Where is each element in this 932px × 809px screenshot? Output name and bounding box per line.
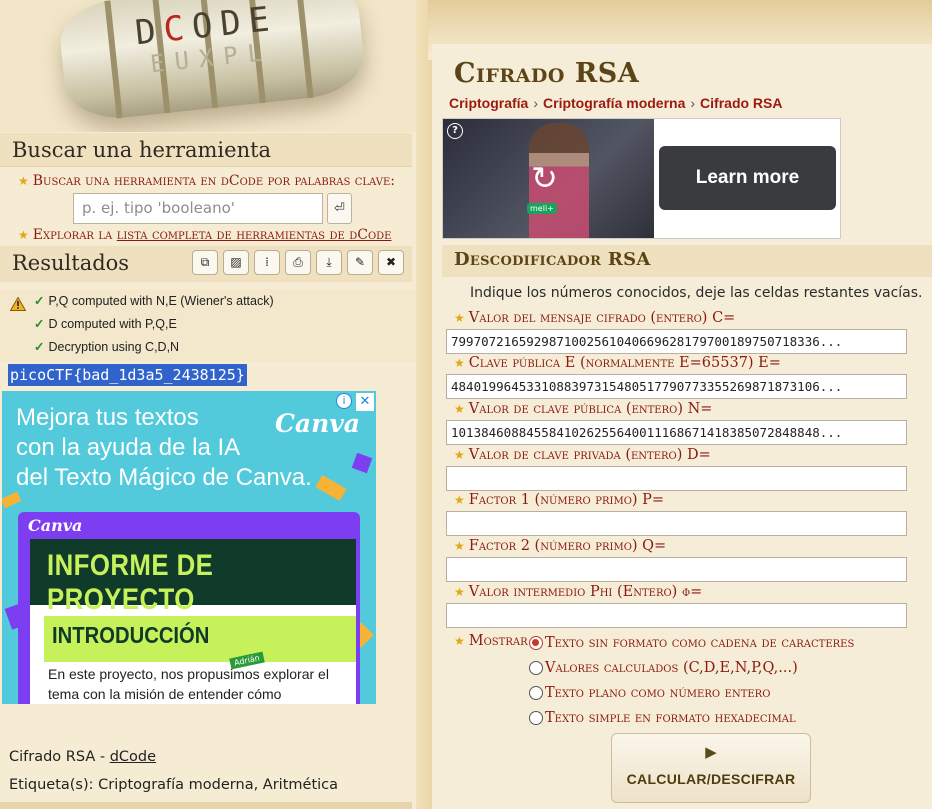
ad-help-icon[interactable]: ? [447, 123, 463, 139]
dcode-link[interactable]: dCode [110, 749, 156, 765]
field-label-q: ★ Factor 2 (número primo) Q= [454, 538, 667, 554]
results-toolbar: ⧉ ▨ ⁞ ⎙ ⤓ ✎ ✖ [192, 250, 404, 275]
pin-button[interactable]: ✎ [347, 250, 373, 275]
breadcrumb-separator: › [690, 95, 696, 111]
results-section-header: Resultados ⧉ ▨ ⁞ ⎙ ⤓ ✎ ✖ [0, 246, 412, 282]
breadcrumb: Criptografía › Criptografía moderna › Cifrad… [449, 95, 783, 111]
search-input[interactable]: p. ej. tipo 'booleano' [73, 193, 323, 224]
decrypted-flag[interactable]: picoCTF{bad_1d3a5_2438125} [8, 364, 247, 386]
ad-document-preview: Canva INFORME DE PROYECTO INTRODUCCIÓN A… [18, 512, 360, 704]
output-format-label: ★ Mostrar [454, 633, 528, 649]
radio-icon[interactable] [529, 711, 543, 725]
replay-icon[interactable]: ↻ [531, 159, 558, 197]
card-canva-logo: Canva [28, 516, 83, 535]
star-icon: ★ [454, 634, 465, 648]
result-line: ✓ P,Q computed with N,E (Wiener's attack) [34, 294, 274, 308]
star-icon: ★ [454, 493, 465, 507]
resize-button[interactable]: ⁞ [254, 250, 280, 275]
option-computed-values[interactable]: Valores calculados (C,D,E,N,P,Q,...) [529, 660, 798, 676]
clear-button[interactable]: ▨ [223, 250, 249, 275]
result-line: ✓ D computed with P,Q,E [34, 317, 177, 331]
star-icon: ★ [454, 539, 465, 553]
print-button[interactable]: ⎙ [285, 250, 311, 275]
enter-arrow-icon: ⏎ [334, 201, 345, 216]
ad-badge: meli+ [527, 203, 557, 214]
field-label-p: ★ Factor 1 (número primo) P= [454, 492, 665, 508]
page-title: Cifrado RSA [454, 58, 640, 89]
breadcrumb-item[interactable]: Criptografía moderna [543, 95, 685, 111]
modulus-n-input[interactable]: 1013846088455841026255640011168671418385… [446, 420, 907, 445]
private-key-d-input[interactable] [446, 466, 907, 491]
star-icon: ★ [454, 448, 465, 462]
ciphertext-c-input[interactable]: 7997072165929871002561040669628179700189… [446, 329, 907, 354]
breadcrumb-separator: › [533, 95, 539, 111]
field-label-e: ★ Clave pública E (normalmente E=65537) E… [454, 355, 781, 371]
star-icon: ★ [18, 228, 29, 242]
copy-button[interactable]: ⧉ [192, 250, 218, 275]
results-box: ✓ P,Q computed with N,E (Wiener's attack)… [0, 289, 416, 361]
star-icon: ★ [454, 311, 465, 325]
video-ad[interactable]: ? ↻ meli+ Learn more [442, 118, 841, 239]
check-icon: ✓ [34, 317, 45, 331]
warning-icon [10, 297, 26, 311]
card-page: INFORME DE PROYECTO INTRODUCCIÓN Adrián … [30, 539, 356, 704]
public-exponent-e-input[interactable]: 4840199645331088397315480517790773355269… [446, 374, 907, 399]
ad-close-icon[interactable]: ✕ [356, 393, 374, 411]
star-icon: ★ [454, 402, 465, 416]
card-subtitle: INTRODUCCIÓN [52, 622, 210, 648]
option-plaintext-integer[interactable]: Texto plano como número entero [529, 685, 770, 701]
decoder-intro: Indique los números conocidos, deje las … [470, 285, 923, 301]
option-plaintext-string[interactable]: Texto sin formato como cadena de caracte… [529, 635, 854, 651]
search-hint: ★ Buscar una herramienta en dCode por pal… [18, 173, 395, 189]
learn-more-button[interactable]: Learn more [659, 146, 836, 210]
decoder-title: Descodificador RSA [454, 249, 651, 270]
breadcrumb-item[interactable]: Cifrado RSA [700, 95, 782, 111]
field-label-d: ★ Valor de clave privada (entero) D= [454, 447, 711, 463]
explore-prefix: Explorar la [32, 227, 113, 243]
decoder-header: Descodificador RSA [442, 245, 932, 277]
field-label-c: ★ Valor del mensaje cifrado (entero) C= [454, 310, 736, 326]
canva-ad[interactable]: Mejora tus textos con la ayuda de la IA … [2, 391, 376, 704]
search-go-button[interactable]: ⏎ [327, 193, 352, 224]
result-line: ✓ Decryption using C,D,N [34, 340, 180, 354]
ad-info-icon[interactable]: i [336, 393, 352, 409]
factor-q-input[interactable] [446, 557, 907, 582]
close-results-button[interactable]: ✖ [378, 250, 404, 275]
calculate-decrypt-button[interactable]: ▶ CALCULAR/DESCIFRAR [611, 733, 811, 803]
field-label-n: ★ Valor de clave pública (entero) N= [454, 401, 713, 417]
footer-page-name: Cifrado RSA - dCode [9, 749, 157, 765]
search-section-header: Buscar una herramienta [0, 133, 412, 167]
option-plaintext-hex[interactable]: Texto simple en formato hexadecimal [529, 710, 796, 726]
explore-tools: ★ Explorar la lista completa de herramien… [18, 227, 391, 243]
calculate-label: CALCULAR/DESCIFRAR [626, 771, 796, 787]
play-icon: ▶ [705, 743, 717, 761]
column-divider [416, 0, 432, 809]
field-label-phi: ★ Valor intermedio Phi (Entero) φ= [454, 584, 703, 600]
search-hint-text: Buscar una herramienta en dCode por pala… [32, 173, 396, 189]
footer-bar [0, 802, 412, 809]
ad-video-frame[interactable]: ? ↻ meli+ [443, 119, 654, 238]
star-icon: ★ [454, 585, 465, 599]
card-body: En este proyecto, nos propusimos explora… [48, 666, 329, 702]
star-icon: ★ [454, 356, 465, 370]
radio-icon[interactable] [529, 661, 543, 675]
radio-selected-icon[interactable] [529, 636, 543, 650]
search-title: Buscar una herramienta [12, 138, 272, 162]
check-icon: ✓ [34, 294, 45, 308]
dcode-logo[interactable]: DCODE EUXPL [0, 0, 416, 132]
radio-icon[interactable] [529, 686, 543, 700]
breadcrumb-item[interactable]: Criptografía [449, 95, 528, 111]
tools-list-link[interactable]: lista completa de herramientas de dCode [117, 227, 392, 243]
ad-headline: Mejora tus textos con la ayuda de la IA … [16, 404, 312, 491]
download-button[interactable]: ⤓ [316, 250, 342, 275]
footer-tags: Etiqueta(s): Criptografía moderna, Aritm… [9, 777, 339, 793]
factor-p-input[interactable] [446, 511, 907, 536]
star-icon: ★ [18, 174, 29, 188]
check-icon: ✓ [34, 340, 45, 354]
card-title: INFORME DE PROYECTO [47, 549, 214, 616]
canva-logo: Canva [275, 409, 360, 438]
left-sidebar: DCODE EUXPL Buscar una herramienta ★ Busc… [0, 0, 416, 809]
phi-input[interactable] [446, 603, 907, 628]
